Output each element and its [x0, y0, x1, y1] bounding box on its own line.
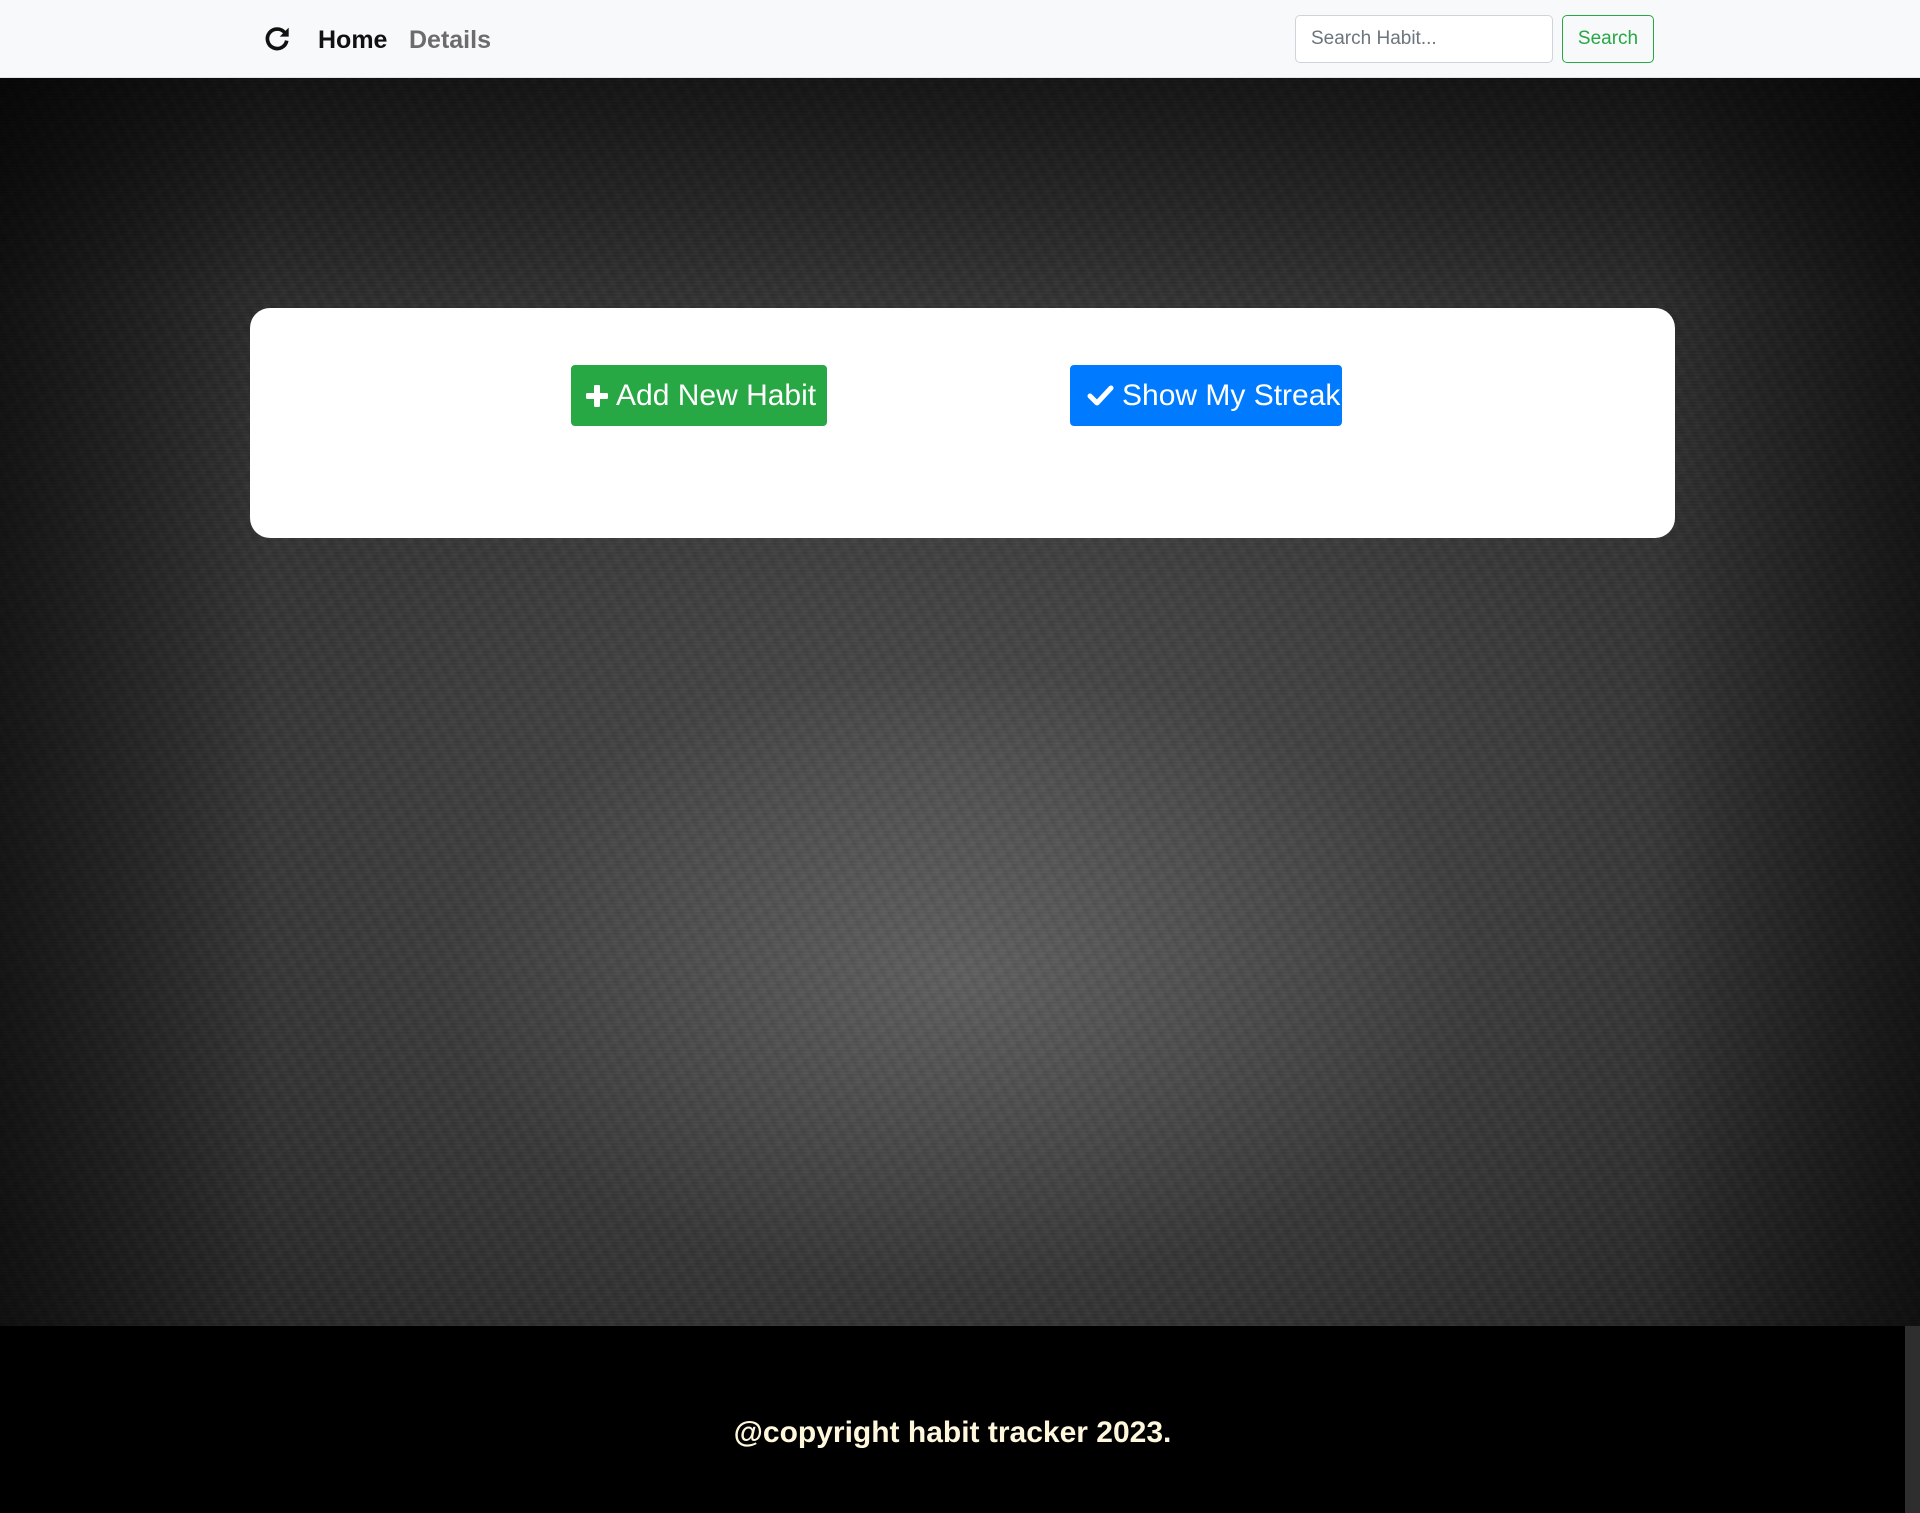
- refresh-icon-glyph: [265, 27, 289, 51]
- navbar: Home Details Search: [0, 0, 1920, 78]
- action-card: Add New Habit Show My Streak: [250, 308, 1675, 538]
- add-new-habit-button[interactable]: Add New Habit: [571, 365, 827, 426]
- nav-link-home[interactable]: Home: [318, 24, 387, 56]
- show-my-streak-button[interactable]: Show My Streak: [1070, 365, 1342, 426]
- add-new-habit-label: Add New Habit: [616, 378, 817, 412]
- refresh-icon[interactable]: [262, 23, 292, 55]
- scrollbar-track[interactable]: [1905, 1326, 1920, 1513]
- page: Home Details Search Add New Habit Show M…: [0, 0, 1920, 1513]
- footer-copyright: @copyright habit tracker 2023.: [733, 1416, 1172, 1449]
- nav-link-details[interactable]: Details: [409, 24, 491, 56]
- background-texture: [0, 78, 1920, 1326]
- search-button[interactable]: Search: [1562, 15, 1654, 63]
- plus-icon: [586, 384, 608, 407]
- show-my-streak-label: Show My Streak: [1122, 378, 1341, 412]
- check-icon: [1087, 385, 1114, 407]
- search-input[interactable]: [1295, 15, 1553, 63]
- footer: @copyright habit tracker 2023.: [0, 1326, 1905, 1513]
